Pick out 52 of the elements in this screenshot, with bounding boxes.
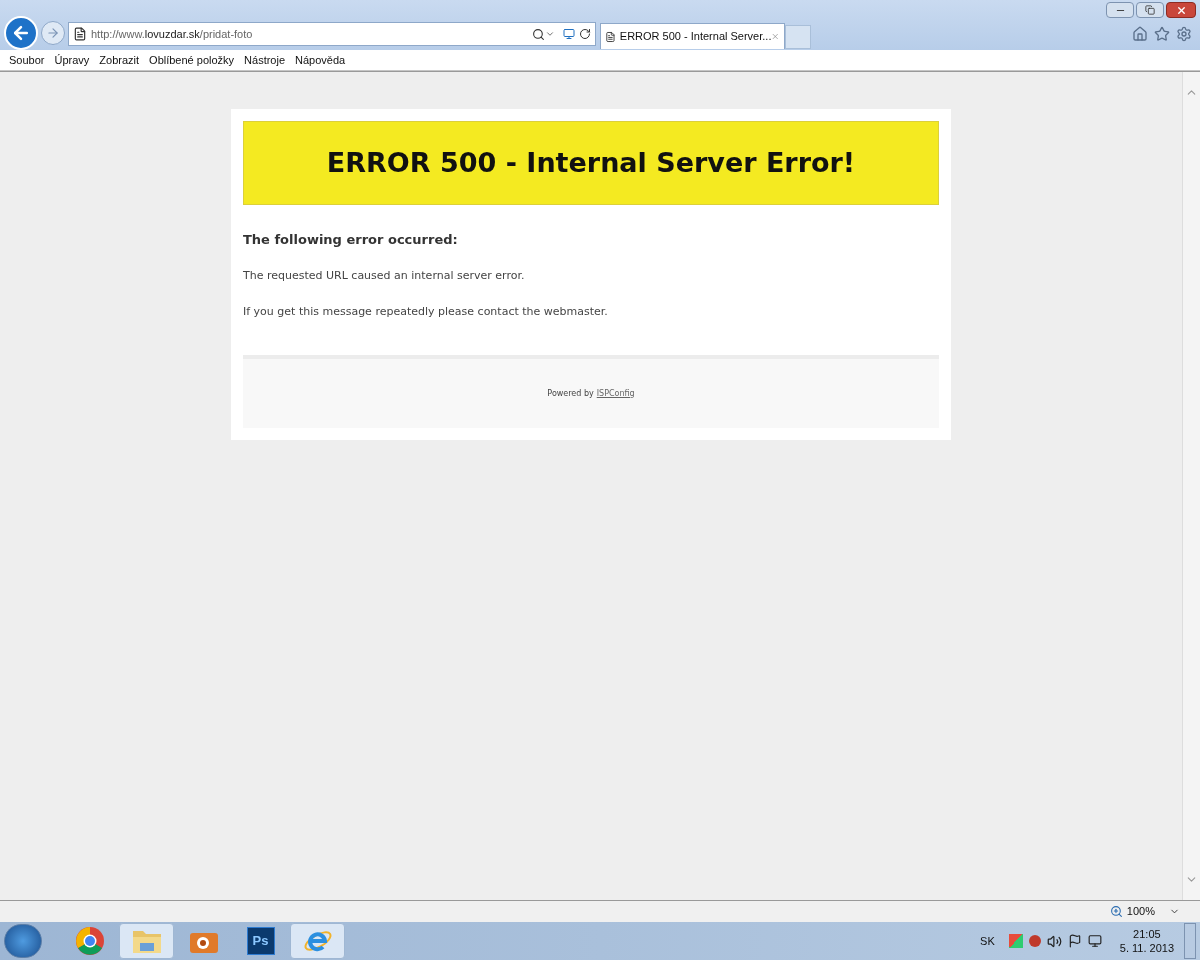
zoom-icon	[1109, 905, 1123, 918]
zoom-level[interactable]: 100%	[1126, 903, 1155, 920]
footer-text: Powered by	[547, 387, 594, 400]
search-icon[interactable]	[532, 27, 545, 41]
error-heading: The following error occurred:	[243, 231, 459, 249]
photoshop-app-icon: Ps	[246, 927, 275, 955]
tray-app-icon[interactable]	[1028, 935, 1041, 947]
menu-item[interactable]: Zobrazit	[94, 51, 145, 69]
close-tab-icon[interactable]	[771, 31, 780, 42]
taskbar-app-button[interactable]	[119, 923, 174, 959]
clock-time: 21:05	[1133, 927, 1161, 941]
address-field[interactable]: http://www.lovuzdar.sk/pridat-foto	[68, 22, 596, 46]
back-button[interactable]	[4, 16, 38, 50]
settings-icon[interactable]	[1176, 26, 1192, 42]
clock[interactable]: 21:05 5. 11. 2013	[1119, 927, 1174, 955]
url-text: http://www.lovuzdar.sk/pridat-foto	[91, 26, 253, 42]
home-icon[interactable]	[1132, 26, 1148, 42]
taskbar-app-button[interactable]	[290, 923, 345, 959]
menu-item[interactable]: Nástroje	[239, 51, 291, 69]
antivirus-icon[interactable]	[1008, 934, 1023, 948]
menu-item[interactable]: Oblíbené položky	[144, 51, 240, 69]
network-icon[interactable]	[1087, 934, 1102, 948]
menu-item[interactable]: Nápověda	[290, 51, 351, 69]
browser-logo-icon	[74, 926, 105, 956]
page-icon	[73, 27, 87, 41]
forward-arrow-icon	[46, 26, 60, 40]
show-desktop-button[interactable]	[1184, 923, 1196, 959]
flag-icon[interactable]	[1067, 934, 1082, 948]
volume-icon[interactable]	[1046, 933, 1062, 949]
language-indicator[interactable]: SK	[980, 932, 995, 950]
forward-button[interactable]	[41, 21, 65, 45]
taskbar-app-button[interactable]: Ps	[233, 923, 288, 959]
close-button[interactable]	[1166, 2, 1196, 18]
clock-date: 5. 11. 2013	[1119, 941, 1174, 955]
minimize-button[interactable]	[1106, 2, 1134, 18]
restore-icon	[1145, 5, 1155, 15]
error-message: The requested URL caused an internal server error.	[243, 267, 526, 284]
start-button[interactable]	[4, 924, 42, 958]
close-icon	[1175, 4, 1187, 16]
compatibility-view-icon[interactable]	[563, 28, 575, 40]
star-icon[interactable]	[1154, 26, 1170, 42]
menu-item[interactable]: Úpravy	[49, 51, 95, 69]
error-message: If you get this message repeatedly please contact the webmaster.	[243, 304, 609, 320]
scrollbar[interactable]	[1182, 72, 1200, 900]
restore-button[interactable]	[1136, 2, 1164, 18]
error-title: ERROR 500 - Internal Server Error!	[326, 145, 856, 180]
refresh-icon[interactable]	[579, 28, 591, 40]
menu-item[interactable]: Soubor	[4, 51, 50, 69]
page-icon	[605, 29, 616, 44]
back-arrow-icon	[11, 23, 31, 43]
browser-tab[interactable]: ERROR 500 - Internal Server...	[600, 23, 785, 49]
footer-link[interactable]: ISPConfig	[596, 387, 635, 400]
